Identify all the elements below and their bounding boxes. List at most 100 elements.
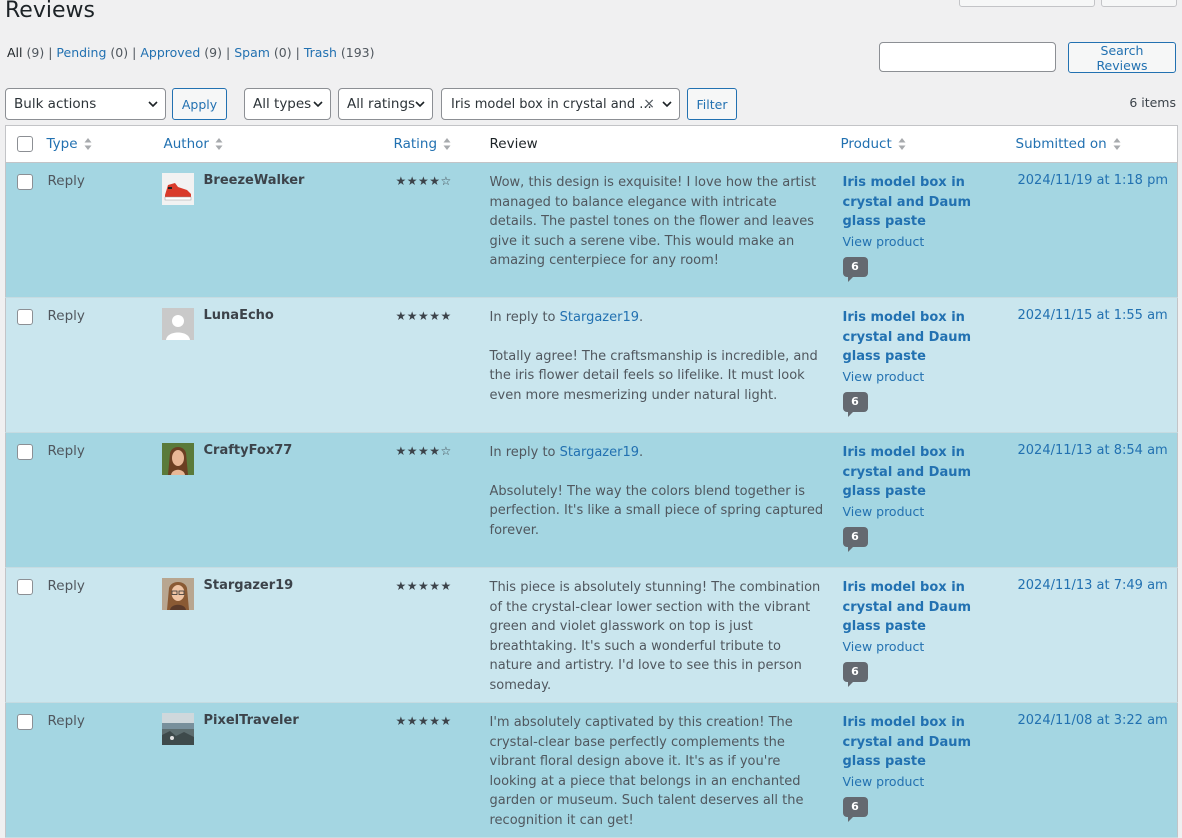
apply-button[interactable]: Apply	[172, 88, 227, 120]
column-product-label: Product	[840, 136, 892, 152]
select-all-checkbox[interactable]	[17, 135, 33, 152]
column-rating-label: Rating	[393, 136, 438, 152]
row-checkbox[interactable]	[17, 444, 33, 460]
clear-icon[interactable]: ×	[643, 96, 655, 112]
submitted-date-link[interactable]: 2024/11/08 at 3:22 am	[1018, 713, 1168, 728]
review-text: Totally agree! The craftsmanship is incr…	[489, 348, 818, 403]
column-author[interactable]: Author	[159, 125, 394, 163]
column-submitted[interactable]: Submitted on	[1015, 125, 1178, 163]
table-row: Reply BreezeWalker ★★★★☆ Wow, this desig…	[5, 162, 1178, 298]
filter-approved-link[interactable]: Approved (9)	[140, 45, 222, 60]
status-filter-nav: All (9) | Pending (0) | Approved (9) | Spam (0…	[7, 45, 375, 60]
chevron-down-icon	[313, 101, 323, 108]
star-rating: ★★★★★	[395, 714, 452, 728]
filter-pending-link[interactable]: Pending (0)	[56, 45, 128, 60]
woman-avatar-icon	[161, 443, 194, 475]
ratings-value: All ratings	[347, 96, 416, 112]
reviews-table: Type Author Rating Review Product Submit…	[5, 125, 1178, 838]
reply-to-link[interactable]: Stargazer19	[560, 445, 639, 460]
view-product-link[interactable]: View product	[843, 772, 1016, 792]
default-avatar-icon	[161, 308, 194, 340]
product-link[interactable]: Iris model box in crystal and Daum glass…	[843, 713, 1003, 772]
column-type[interactable]: Type	[42, 125, 160, 163]
column-review-label: Review	[489, 136, 538, 152]
column-author-label: Author	[163, 136, 209, 152]
comment-count-badge[interactable]: 6	[842, 662, 868, 687]
product-link[interactable]: Iris model box in crystal and Daum glass…	[843, 173, 1003, 232]
table-row: Reply LunaEcho ★★★★★ In reply to Stargaz…	[5, 297, 1178, 433]
comment-count-badge[interactable]: 6	[842, 797, 868, 822]
top-action-button[interactable]	[959, 0, 1095, 7]
view-product-link[interactable]: View product	[843, 502, 1016, 522]
reply-to-link[interactable]: Stargazer19	[560, 310, 639, 325]
review-text: Wow, this design is exquisite! I love ho…	[489, 175, 817, 268]
chevron-down-icon	[662, 101, 672, 108]
star-rating: ★★★★☆	[395, 174, 452, 188]
row-checkbox[interactable]	[17, 579, 33, 595]
column-type-label: Type	[46, 136, 78, 152]
top-action-button-2[interactable]	[1101, 0, 1177, 7]
review-type: Reply	[47, 443, 85, 459]
ratings-select[interactable]: All ratings	[338, 88, 433, 120]
product-link[interactable]: Iris model box in crystal and Daum glass…	[843, 578, 1003, 637]
author-name[interactable]: PixelTraveler	[204, 713, 299, 728]
review-type: Reply	[47, 713, 85, 729]
bulk-actions-select[interactable]: Bulk actions	[5, 88, 166, 120]
comment-count-badge[interactable]: 6	[842, 392, 868, 417]
page-title: Reviews	[5, 0, 95, 23]
column-rating[interactable]: Rating	[393, 125, 490, 163]
table-header-row: Type Author Rating Review Product Submit…	[5, 125, 1178, 163]
filter-all-link[interactable]: All (9)	[7, 45, 44, 60]
submitted-date-link[interactable]: 2024/11/13 at 7:49 am	[1018, 578, 1168, 593]
column-review: Review	[489, 125, 841, 163]
sort-icon	[84, 138, 92, 150]
column-submitted-label: Submitted on	[1015, 136, 1107, 152]
glasses-avatar-icon	[161, 578, 194, 610]
table-row: Reply Stargazer19 ★★★★★ This piece is ab…	[5, 567, 1178, 703]
view-product-link[interactable]: View product	[843, 232, 1016, 252]
filter-spam-link[interactable]: Spam (0)	[234, 45, 291, 60]
author-name[interactable]: LunaEcho	[204, 308, 274, 323]
reply-info: In reply to Stargazer19.	[489, 310, 644, 325]
star-rating: ★★★★☆	[395, 444, 452, 458]
product-link[interactable]: Iris model box in crystal and Daum glass…	[843, 308, 1003, 367]
row-checkbox[interactable]	[17, 174, 33, 190]
search-input[interactable]	[879, 42, 1056, 72]
review-text: This piece is absolutely stunning! The c…	[489, 580, 821, 693]
author-name[interactable]: BreezeWalker	[204, 173, 305, 188]
chevron-down-icon	[415, 101, 425, 108]
comment-count-badge[interactable]: 6	[842, 527, 868, 552]
submitted-date-link[interactable]: 2024/11/15 at 1:55 am	[1018, 308, 1168, 323]
sort-icon	[443, 138, 451, 150]
reply-info: In reply to Stargazer19.	[489, 445, 644, 460]
review-type: Reply	[47, 173, 85, 189]
comment-count-badge[interactable]: 6	[842, 257, 868, 282]
row-checkbox[interactable]	[17, 714, 33, 730]
search-reviews-button[interactable]: Search Reviews	[1068, 42, 1176, 73]
view-product-link[interactable]: View product	[843, 367, 1016, 387]
chevron-down-icon	[148, 101, 158, 108]
author-name[interactable]: CraftyFox77	[204, 443, 293, 458]
sort-icon	[1113, 138, 1121, 150]
submitted-date-link[interactable]: 2024/11/19 at 1:18 pm	[1018, 173, 1169, 188]
select-all-cell	[5, 125, 43, 163]
items-count: 6 items	[1129, 95, 1176, 110]
sneaker-avatar-icon	[161, 173, 194, 205]
sort-icon	[215, 138, 223, 150]
review-type: Reply	[47, 578, 85, 594]
product-link[interactable]: Iris model box in crystal and Daum glass…	[843, 443, 1003, 502]
column-product[interactable]: Product	[840, 125, 1016, 163]
filter-button[interactable]: Filter	[687, 88, 737, 120]
filter-trash-link[interactable]: Trash (193)	[304, 45, 375, 60]
sort-icon	[898, 138, 906, 150]
view-product-link[interactable]: View product	[843, 637, 1016, 657]
reply-prefix: In reply to	[489, 310, 556, 325]
submitted-date-link[interactable]: 2024/11/13 at 8:54 am	[1018, 443, 1168, 458]
reply-prefix: In reply to	[489, 445, 556, 460]
table-row: Reply CraftyFox77 ★★★★☆ In reply to Star…	[5, 432, 1178, 568]
types-select[interactable]: All types	[244, 88, 331, 120]
product-filter-select[interactable]: Iris model box in crystal and ... ×	[441, 88, 680, 120]
star-rating: ★★★★★	[395, 309, 452, 323]
row-checkbox[interactable]	[17, 309, 33, 325]
author-name[interactable]: Stargazer19	[204, 578, 294, 593]
